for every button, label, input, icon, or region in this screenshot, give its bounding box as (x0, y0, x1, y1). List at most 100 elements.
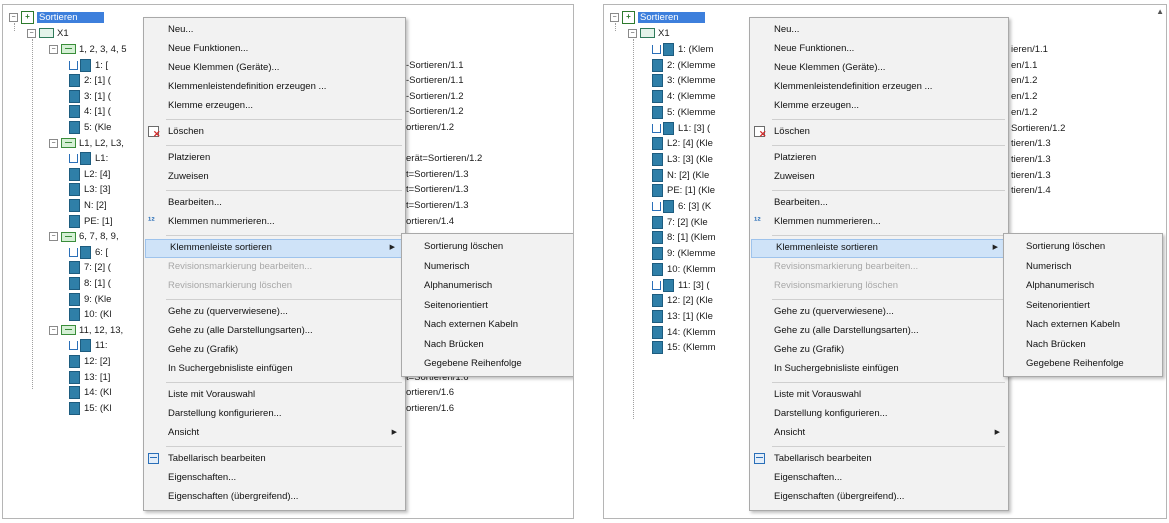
menu-item-klemme-erzeugen[interactable]: Klemme erzeugen... (144, 97, 405, 114)
menu-item-löschen[interactable]: Löschen (750, 123, 1008, 140)
submenu-item-sortierung-löschen[interactable]: Sortierung löschen (1004, 238, 1162, 255)
menu-item-eigenschaften[interactable]: Eigenschaften... (750, 469, 1008, 486)
tree-item[interactable]: 5: (Klemme (652, 105, 716, 120)
tree-item[interactable]: N: [2] (69, 199, 107, 213)
collapse-icon[interactable]: − (49, 44, 58, 54)
tree-item[interactable]: PE: [1] (Kle (652, 184, 715, 198)
menu-item-klemmenleiste-sortieren[interactable]: Klemmenleiste sortieren ▶ (751, 239, 1007, 258)
tree-item[interactable]: 10: (Kl (69, 308, 111, 322)
menu-item-zuweisen[interactable]: Zuweisen (144, 168, 405, 185)
tree-item[interactable]: 4: (Klemme (652, 90, 716, 104)
submenu-item-nach-brücken[interactable]: Nach Brücken (402, 336, 573, 353)
submenu-item-nach-externen-kabeln[interactable]: Nach externen Kabeln (1004, 316, 1162, 333)
tree-item[interactable]: L3: [3] (Kle (652, 152, 713, 167)
tree-item[interactable]: 6: [ (69, 245, 108, 260)
menu-item-neu[interactable]: Neu... (750, 21, 1008, 38)
submenu-item-seitenorientiert[interactable]: Seitenorientiert (1004, 297, 1162, 314)
menu-item-platzieren[interactable]: Platzieren (750, 149, 1008, 166)
tree-item[interactable]: 3: [1] ( (69, 89, 111, 104)
tree-item[interactable]: 5: (Kle (69, 121, 111, 135)
collapse-icon[interactable]: − (27, 28, 36, 38)
menu-item-klemmen-nummerieren[interactable]: ¹² Klemmen nummerieren... (750, 213, 1008, 230)
submenu-item-alphanumerisch[interactable]: Alphanumerisch (402, 277, 573, 294)
tree-item[interactable]: 1: [ (69, 58, 108, 73)
group-node[interactable]: − 1, 2, 3, 4, 5 (49, 43, 127, 57)
tree-item[interactable]: 3: (Klemme (652, 74, 716, 88)
menu-item-gehe-zu-grafik[interactable]: Gehe zu (Grafik) (144, 341, 405, 358)
menu-item-liste-mit-vorauswahl[interactable]: Liste mit Vorauswahl (750, 386, 1008, 403)
tree-item[interactable]: PE: [1] (69, 214, 113, 229)
menu-item-klemmenleistendefinition-erzeugen[interactable]: Klemmenleistendefinition erzeugen ... (144, 78, 405, 95)
tree-item[interactable]: L1: (69, 152, 108, 166)
menu-item-gehe-zu-querverwiesene[interactable]: Gehe zu (querverwiesene)... (750, 303, 1008, 320)
menu-item-darstellung-konfigurieren[interactable]: Darstellung konfigurieren... (750, 405, 1008, 422)
submenu-item-numerisch[interactable]: Numerisch (1004, 258, 1162, 275)
menu-item-klemmen-nummerieren[interactable]: ¹² Klemmen nummerieren... (144, 213, 405, 230)
tree-item[interactable]: 9: (Klemme (652, 247, 716, 261)
tree-item[interactable]: N: [2] (Kle (652, 168, 709, 183)
tree-item[interactable]: 14: (Kl (69, 386, 111, 400)
tree-item[interactable]: 9: (Kle (69, 292, 111, 307)
menu-item-liste-mit-vorauswahl[interactable]: Liste mit Vorauswahl (144, 386, 405, 403)
tree-item[interactable]: L1: [3] ( (652, 121, 710, 136)
tree-item[interactable]: 15: (Klemm (652, 341, 716, 355)
tree-item[interactable]: 15: (Kl (69, 401, 111, 416)
tree-item[interactable]: 11: [3] ( (652, 278, 710, 293)
menu-item-neue-klemmen-geräte[interactable]: Neue Klemmen (Geräte)... (750, 59, 1008, 76)
tree-item[interactable]: 2: (Klemme (652, 58, 716, 73)
group-node[interactable]: − 6, 7, 8, 9, (49, 230, 119, 244)
menu-item-gehe-zu-alle-darstellungsarten[interactable]: Gehe zu (alle Darstellungsarten)... (144, 322, 405, 339)
menu-item-löschen[interactable]: Löschen (144, 123, 405, 140)
submenu-item-gegebene-reihenfolge[interactable]: Gegebene Reihenfolge (1004, 355, 1162, 372)
tree-item[interactable]: 8: [1] (Klem (652, 231, 716, 245)
tree-root-label[interactable]: Sortieren (638, 12, 705, 24)
tree-root[interactable]: − + Sortieren (9, 11, 104, 25)
tree-root[interactable]: − + Sortieren (610, 11, 705, 25)
tree-item[interactable]: 4: [1] ( (69, 105, 111, 119)
menu-item-tabellarisch-bearbeiten[interactable]: Tabellarisch bearbeiten (750, 450, 1008, 467)
menu-item-eigenschaften[interactable]: Eigenschaften... (144, 469, 405, 486)
submenu-item-alphanumerisch[interactable]: Alphanumerisch (1004, 277, 1162, 294)
collapse-icon[interactable]: − (49, 325, 58, 335)
menu-item-bearbeiten[interactable]: Bearbeiten... (750, 194, 1008, 211)
tree-item[interactable]: L2: [4] (Kle (652, 137, 713, 151)
menu-item-neue-klemmen-geräte[interactable]: Neue Klemmen (Geräte)... (144, 59, 405, 76)
menu-item-zuweisen[interactable]: Zuweisen (750, 168, 1008, 185)
collapse-icon[interactable]: − (628, 28, 637, 38)
tree-item[interactable]: 10: (Klemm (652, 262, 716, 277)
tree-panel-right[interactable]: ▲ − + Sortieren − X1 1: (Klem ieren/1.1 2: (Kle… (603, 4, 1167, 519)
group-node[interactable]: − 11, 12, 13, (49, 324, 123, 338)
tree-item[interactable]: 1: (Klem (652, 43, 713, 57)
menu-item-neu[interactable]: Neu... (144, 21, 405, 38)
menu-item-in-suchergebnisliste-einfügen[interactable]: In Suchergebnisliste einfügen (144, 360, 405, 377)
tree-item[interactable]: 13: [1] (69, 370, 110, 385)
menu-item-in-suchergebnisliste-einfügen[interactable]: In Suchergebnisliste einfügen (750, 360, 1008, 377)
menu-item-klemmenleiste-sortieren[interactable]: Klemmenleiste sortieren ▶ (145, 239, 404, 258)
menu-item-gehe-zu-querverwiesene[interactable]: Gehe zu (querverwiesene)... (144, 303, 405, 320)
tree-item[interactable]: 6: [3] (K (652, 200, 711, 214)
menu-item-darstellung-konfigurieren[interactable]: Darstellung konfigurieren... (144, 405, 405, 422)
collapse-icon[interactable]: − (610, 13, 619, 22)
tree-item[interactable]: L2: [4] (69, 167, 110, 182)
tree-item[interactable]: L3: [3] (69, 183, 110, 197)
menu-item-klemme-erzeugen[interactable]: Klemme erzeugen... (750, 97, 1008, 114)
menu-item-klemmenleistendefinition-erzeugen[interactable]: Klemmenleistendefinition erzeugen ... (750, 78, 1008, 95)
menu-item-gehe-zu-grafik[interactable]: Gehe zu (Grafik) (750, 341, 1008, 358)
collapse-icon[interactable]: − (49, 138, 58, 148)
tree-item[interactable]: 2: [1] ( (69, 74, 111, 88)
menu-item-eigenschaften-übergreifend[interactable]: Eigenschaften (übergreifend)... (144, 488, 405, 505)
menu-item-gehe-zu-alle-darstellungsarten[interactable]: Gehe zu (alle Darstellungsarten)... (750, 322, 1008, 339)
menu-item-ansicht[interactable]: Ansicht ▶ (144, 424, 405, 441)
menu-item-neue-funktionen[interactable]: Neue Funktionen... (144, 40, 405, 57)
scroll-up-icon[interactable]: ▲ (1156, 7, 1164, 16)
collapse-icon[interactable]: − (49, 232, 58, 242)
menu-item-bearbeiten[interactable]: Bearbeiten... (144, 194, 405, 211)
submenu-item-sortierung-löschen[interactable]: Sortierung löschen (402, 238, 573, 255)
group-node[interactable]: − L1, L2, L3, (49, 137, 124, 151)
tree-item[interactable]: 8: [1] ( (69, 277, 111, 291)
submenu-item-nach-brücken[interactable]: Nach Brücken (1004, 336, 1162, 353)
collapse-icon[interactable]: − (9, 13, 18, 22)
tree-root-label[interactable]: Sortieren (37, 12, 104, 24)
submenu-item-seitenorientiert[interactable]: Seitenorientiert (402, 297, 573, 314)
menu-item-platzieren[interactable]: Platzieren (144, 149, 405, 166)
